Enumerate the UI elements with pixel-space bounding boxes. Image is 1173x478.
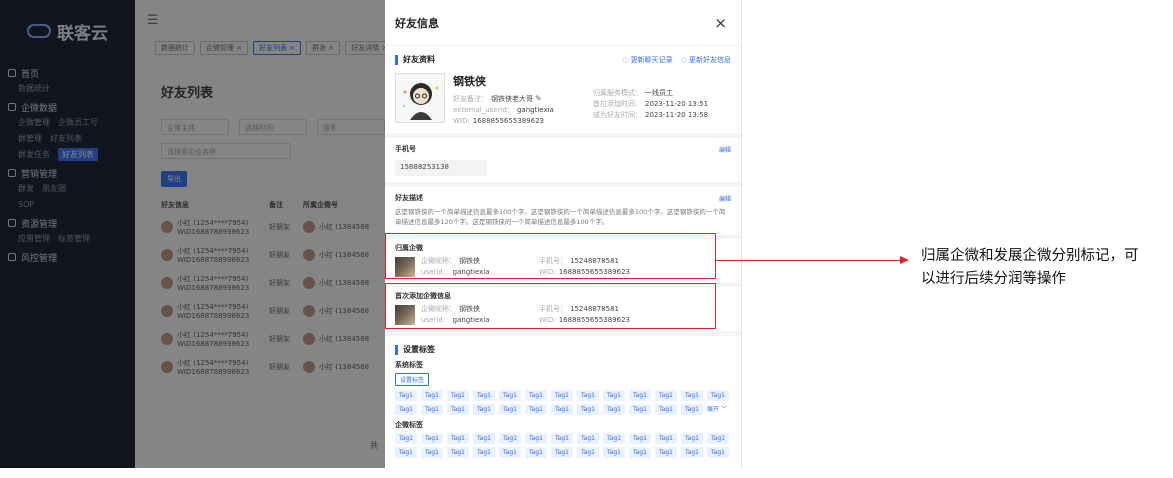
tag-chip[interactable]: Tag1 bbox=[421, 390, 443, 401]
tag-chip[interactable]: Tag1 bbox=[551, 404, 573, 415]
userid-row: external_userid： gangtiexia bbox=[453, 106, 554, 114]
tag-chip[interactable]: Tag1 bbox=[473, 404, 495, 415]
tag-chip[interactable]: Tag1 bbox=[681, 433, 703, 444]
tags-section: 设置标签 系统标签 设置标签 Tag1 Tag1 Tag1 Tag1 Tag1 Tag1 T… bbox=[385, 336, 741, 466]
tag-chip[interactable]: Tag1 bbox=[655, 404, 677, 415]
tag-chip[interactable]: Tag1 bbox=[499, 433, 521, 444]
tag-chip[interactable]: Tag1 bbox=[655, 390, 677, 401]
tag-chip[interactable]: Tag1 bbox=[447, 390, 469, 401]
tag-chip[interactable]: Tag1 bbox=[421, 447, 443, 458]
description-text: 这是钢铁侠的一个简单描述信息最多100个字。这是钢铁侠的一个简单描述信息最多10… bbox=[395, 208, 726, 226]
service-mode-row: 归属服务模式： 一线员工 bbox=[593, 89, 673, 97]
tag-chip[interactable]: Tag1 bbox=[681, 447, 703, 458]
system-tags-grid: Tag1 Tag1 Tag1 Tag1 Tag1 Tag1 Tag1 Tag1 Tag1 Tag1… bbox=[395, 390, 735, 415]
tag-chip[interactable]: Tag1 bbox=[707, 433, 729, 444]
tag-chip[interactable]: Tag1 bbox=[499, 404, 521, 415]
friend-time-row: 成为好友时间： 2023-11-20 13:58 bbox=[593, 111, 709, 119]
tag-chip[interactable]: Tag1 bbox=[421, 404, 443, 415]
corp-tags-title: 企微标签 bbox=[395, 421, 423, 429]
tag-chip[interactable]: Tag1 bbox=[577, 390, 599, 401]
modal-overlay[interactable] bbox=[0, 0, 385, 468]
tag-chip[interactable]: Tag1 bbox=[629, 433, 651, 444]
tag-chip[interactable]: Tag1 bbox=[655, 433, 677, 444]
tag-chip[interactable]: Tag1 bbox=[525, 433, 547, 444]
description-title: 好友描述 bbox=[395, 194, 423, 202]
close-icon[interactable]: × bbox=[714, 14, 727, 32]
tag-chip[interactable]: Tag1 bbox=[681, 390, 703, 401]
wid-row: WID: 1688855655389623 bbox=[453, 117, 544, 125]
owner-company-highlight bbox=[385, 233, 716, 279]
tag-chip[interactable]: Tag1 bbox=[525, 404, 547, 415]
phone-section: 手机号 编辑 15888253138 bbox=[385, 138, 741, 182]
profile-section: 好友资料 ◌ 更新聊天记录 ◌ 更新好友信息 钢铁侠 好友备注： 钢铁侠老大哥 … bbox=[385, 46, 741, 133]
first-add-row: 首拉添加时间： 2023-11-20 13:51 bbox=[593, 100, 709, 108]
tag-chip[interactable]: Tag1 bbox=[577, 447, 599, 458]
tag-chip[interactable]: Tag1 bbox=[603, 433, 625, 444]
expand-button[interactable]: 展开 ﹀ bbox=[707, 404, 727, 415]
tag-chip[interactable]: Tag1 bbox=[577, 433, 599, 444]
tag-chip[interactable]: Tag1 bbox=[681, 404, 703, 415]
tag-chip[interactable]: Tag1 bbox=[629, 447, 651, 458]
friend-nickname: 钢铁侠 bbox=[453, 75, 486, 88]
tag-chip[interactable]: Tag1 bbox=[447, 447, 469, 458]
update-chat-link[interactable]: ◌ 更新聊天记录 bbox=[622, 55, 672, 65]
first-company-highlight bbox=[385, 283, 716, 329]
tag-chip[interactable]: Tag1 bbox=[603, 390, 625, 401]
tag-chip[interactable]: Tag1 bbox=[655, 447, 677, 458]
tag-chip[interactable]: Tag1 bbox=[395, 447, 417, 458]
tag-chip[interactable]: Tag1 bbox=[603, 404, 625, 415]
description-section: 好友描述 编辑 这是钢铁侠的一个简单描述信息最多100个字。这是钢铁侠的一个简单… bbox=[385, 187, 741, 235]
tag-chip[interactable]: Tag1 bbox=[707, 390, 729, 401]
update-info-link[interactable]: ◌ 更新好友信息 bbox=[681, 55, 731, 65]
description-edit-link[interactable]: 编辑 bbox=[719, 194, 731, 203]
tag-chip[interactable]: Tag1 bbox=[473, 433, 495, 444]
tag-chip[interactable]: Tag1 bbox=[421, 433, 443, 444]
tag-chip[interactable]: Tag1 bbox=[447, 433, 469, 444]
tag-chip[interactable]: Tag1 bbox=[473, 390, 495, 401]
tag-chip[interactable]: Tag1 bbox=[629, 390, 651, 401]
set-tags-button[interactable]: 设置标签 bbox=[395, 373, 430, 386]
corp-tags-grid: Tag1 Tag1 Tag1 Tag1 Tag1 Tag1 Tag1 Tag1 Tag1 Tag1… bbox=[395, 433, 735, 458]
tag-chip[interactable]: Tag1 bbox=[525, 447, 547, 458]
tag-chip[interactable]: Tag1 bbox=[707, 447, 729, 458]
drawer-title: 好友信息 bbox=[395, 16, 439, 30]
edit-icon[interactable]: ✎ bbox=[535, 94, 542, 103]
tag-chip[interactable]: Tag1 bbox=[447, 404, 469, 415]
annotation-arrow-head bbox=[900, 256, 909, 264]
drawer-header: 好友信息 × bbox=[385, 0, 741, 46]
tag-chip[interactable]: Tag1 bbox=[551, 447, 573, 458]
system-tags-title: 系统标签 bbox=[395, 361, 423, 369]
tag-chip[interactable]: Tag1 bbox=[499, 390, 521, 401]
phone-value: 15888253138 bbox=[395, 160, 487, 176]
phone-edit-link[interactable]: 编辑 bbox=[719, 145, 731, 154]
tag-chip[interactable]: Tag1 bbox=[525, 390, 547, 401]
phone-title: 手机号 bbox=[395, 145, 416, 153]
tag-chip[interactable]: Tag1 bbox=[551, 433, 573, 444]
remark-row: 好友备注： 钢铁侠老大哥 ✎ bbox=[453, 94, 542, 103]
profile-title: 好友资料 bbox=[395, 54, 435, 65]
tag-chip[interactable]: Tag1 bbox=[577, 404, 599, 415]
tag-chip[interactable]: Tag1 bbox=[395, 404, 417, 415]
background-app: 联客云 首页 数据统计 企微数据 企微管理 企微员工号 群管理 好友列表 群发任务 好友列表 营销… bbox=[0, 0, 385, 468]
tag-chip[interactable]: Tag1 bbox=[395, 390, 417, 401]
tag-chip[interactable]: Tag1 bbox=[473, 447, 495, 458]
annotation-text: 归属企微和发展企微分别标记，可以进行后续分润等操作 bbox=[921, 248, 1139, 287]
tag-chip[interactable]: Tag1 bbox=[499, 447, 521, 458]
annotation-arrow-line bbox=[716, 260, 904, 261]
tag-chip[interactable]: Tag1 bbox=[629, 404, 651, 415]
tag-chip[interactable]: Tag1 bbox=[603, 447, 625, 458]
friend-avatar bbox=[395, 73, 445, 123]
tag-chip[interactable]: Tag1 bbox=[551, 390, 573, 401]
tag-chip[interactable]: Tag1 bbox=[395, 433, 417, 444]
tags-title: 设置标签 bbox=[395, 344, 731, 355]
